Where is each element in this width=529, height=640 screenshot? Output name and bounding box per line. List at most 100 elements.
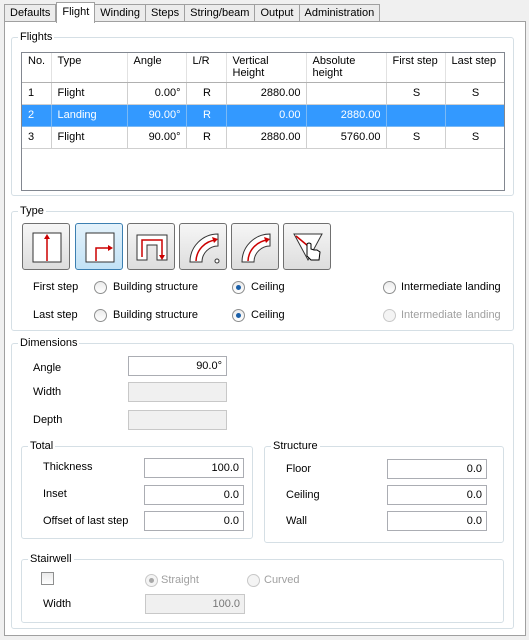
structure-group-title: Structure <box>271 439 320 453</box>
tab-flight[interactable]: Flight <box>56 2 96 23</box>
cell-last-step[interactable] <box>445 104 504 127</box>
tab-winding[interactable]: Winding <box>95 4 147 22</box>
half-landing-button[interactable] <box>127 223 175 270</box>
cell-angle[interactable]: 90.00° <box>127 104 187 127</box>
floor-input[interactable]: 0.0 <box>387 459 487 479</box>
inset-input[interactable]: 0.0 <box>144 485 244 505</box>
curved-flight-icon <box>241 233 271 263</box>
inset-label: Inset <box>43 488 67 500</box>
flights-table[interactable]: No. Type Angle L/R Vertical Height Absol… <box>21 52 505 191</box>
floor-label: Floor <box>286 463 312 475</box>
stairwell-width-label: Width <box>43 598 72 610</box>
cell-absolute-height[interactable]: 5760.00 <box>306 126 387 149</box>
tab-string-beam[interactable]: String/beam <box>185 4 256 22</box>
stairwell-curved-radio <box>247 574 260 587</box>
offset-last-step-input[interactable]: 0.0 <box>144 511 244 531</box>
first-step-building-label[interactable]: Building structure <box>113 280 198 294</box>
cell-last-step[interactable]: S <box>445 82 504 105</box>
tab-administration[interactable]: Administration <box>299 4 381 22</box>
cell-lr[interactable]: R <box>186 82 227 105</box>
tab-bar: Defaults Flight Winding Steps String/bea… <box>4 2 381 23</box>
cell-absolute-height[interactable] <box>306 82 387 105</box>
stairwell-straight-label: Straight <box>161 574 199 586</box>
col-last-step[interactable]: Last step <box>445 53 504 83</box>
first-step-intermediate-radio[interactable] <box>383 281 396 294</box>
pick-point-button[interactable] <box>283 223 331 270</box>
cell-vertical-height[interactable]: 2880.00 <box>226 126 307 149</box>
first-step-ceiling-radio[interactable] <box>232 281 245 294</box>
width-input <box>128 382 227 402</box>
cell-first-step[interactable]: S <box>386 126 446 149</box>
total-group-title: Total <box>28 439 56 453</box>
thickness-label: Thickness <box>43 461 93 473</box>
col-angle[interactable]: Angle <box>127 53 187 83</box>
cell-no[interactable]: 3 <box>22 126 52 149</box>
width-label: Width <box>33 386 62 398</box>
last-step-intermediate-radio <box>383 309 396 322</box>
wall-input[interactable]: 0.0 <box>387 511 487 531</box>
angle-input[interactable]: 90.0° <box>128 356 227 376</box>
cell-no[interactable]: 2 <box>22 104 52 127</box>
last-step-ceiling-label[interactable]: Ceiling <box>251 308 285 322</box>
first-step-label: First step <box>33 281 79 293</box>
stairwell-group: Stairwell <box>21 552 504 623</box>
quarter-landing-button[interactable] <box>75 223 123 270</box>
depth-input <box>128 410 227 430</box>
last-step-building-label[interactable]: Building structure <box>113 308 198 322</box>
col-first-step[interactable]: First step <box>386 53 446 83</box>
col-absolute-height[interactable]: Absolute height <box>306 53 387 83</box>
first-step-building-radio[interactable] <box>94 281 107 294</box>
col-vertical-height[interactable]: Vertical Height <box>226 53 307 83</box>
cell-type[interactable]: Flight <box>51 126 128 149</box>
stairwell-width-input: 100.0 <box>145 594 245 614</box>
depth-label: Depth <box>33 414 63 426</box>
winder-turn-button[interactable] <box>179 223 227 270</box>
straight-flight-icon <box>32 232 62 263</box>
cell-type[interactable]: Flight <box>51 82 128 105</box>
last-step-ceiling-radio[interactable] <box>232 309 245 322</box>
thickness-input[interactable]: 100.0 <box>144 458 244 478</box>
col-lr[interactable]: L/R <box>186 53 227 83</box>
table-row[interactable]: 1 Flight 0.00° R 2880.00 S S <box>22 82 504 105</box>
last-step-label: Last step <box>33 309 78 321</box>
winder-turn-icon <box>189 233 220 264</box>
ceiling-label: Ceiling <box>286 489 320 501</box>
cell-lr[interactable]: R <box>186 126 227 149</box>
quarter-landing-icon <box>85 232 115 263</box>
type-group-title: Type <box>18 204 46 218</box>
ceiling-input[interactable]: 0.0 <box>387 485 487 505</box>
cell-angle[interactable]: 0.00° <box>127 82 187 105</box>
first-step-ceiling-label[interactable]: Ceiling <box>251 280 285 294</box>
curved-flight-button[interactable] <box>231 223 279 270</box>
cell-first-step[interactable]: S <box>386 82 446 105</box>
first-step-intermediate-label[interactable]: Intermediate landing <box>401 280 501 294</box>
tab-defaults[interactable]: Defaults <box>4 4 57 22</box>
table-row[interactable]: 3 Flight 90.00° R 2880.00 5760.00 S S <box>22 126 504 149</box>
col-type[interactable]: Type <box>51 53 128 83</box>
col-no[interactable]: No. <box>22 53 52 83</box>
cell-lr[interactable]: R <box>186 104 227 127</box>
cell-absolute-height[interactable]: 2880.00 <box>306 104 387 127</box>
cell-no[interactable]: 1 <box>22 82 52 105</box>
table-header-row: No. Type Angle L/R Vertical Height Absol… <box>22 53 504 83</box>
cell-angle[interactable]: 90.00° <box>127 126 187 149</box>
last-step-building-radio[interactable] <box>94 309 107 322</box>
cell-vertical-height[interactable]: 0.00 <box>226 104 307 127</box>
cell-first-step[interactable] <box>386 104 446 127</box>
tab-steps[interactable]: Steps <box>146 4 186 22</box>
pick-point-icon <box>293 233 323 262</box>
cell-last-step[interactable]: S <box>445 126 504 149</box>
angle-label: Angle <box>33 362 62 374</box>
stairwell-checkbox[interactable] <box>41 572 54 585</box>
table-row-selected[interactable]: 2 Landing 90.00° R 0.00 2880.00 <box>22 104 504 127</box>
tab-output[interactable]: Output <box>255 4 300 22</box>
half-landing-icon <box>136 234 168 261</box>
stairwell-straight-radio <box>145 574 158 587</box>
straight-flight-button[interactable] <box>22 223 70 270</box>
flights-group-title: Flights <box>18 30 55 44</box>
offset-last-step-label: Offset of last step <box>43 515 129 527</box>
stairwell-group-title: Stairwell <box>28 552 74 566</box>
cell-type[interactable]: Landing <box>51 104 128 127</box>
cell-vertical-height[interactable]: 2880.00 <box>226 82 307 105</box>
wall-label: Wall <box>286 515 307 527</box>
